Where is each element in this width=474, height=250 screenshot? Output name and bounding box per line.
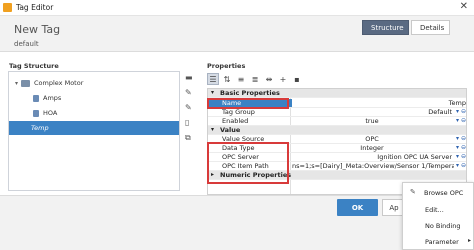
category-numeric-properties[interactable]: ▸ Numeric Properties [208, 171, 466, 180]
property-name: Value Source [222, 135, 265, 143]
property-row-data-type[interactable]: Data Type Integer ▾ ⊖ [208, 144, 466, 153]
tag-name-title: New Tag [14, 23, 61, 36]
details-mode-button[interactable]: Details [411, 20, 450, 35]
properties-grid: ▾ Basic Properties Name Temp Tag Group D… [207, 88, 467, 195]
binding-icon[interactable]: ▾ ⊖ [456, 117, 466, 124]
structure-mode-button[interactable]: Structure [362, 20, 409, 35]
property-row-enabled[interactable]: Enabled true ▾ ⊖ [208, 117, 466, 126]
menu-item-no-binding[interactable]: No Binding [403, 218, 474, 233]
binding-context-menu: ✎ Browse OPC Edit... No Binding Paramete… [402, 182, 474, 250]
ok-button[interactable]: OK [337, 199, 378, 216]
app-icon [3, 3, 12, 12]
tag-provider-label: default [14, 40, 39, 48]
property-value[interactable]: Default [292, 108, 452, 116]
menu-item-label: No Binding [425, 221, 461, 230]
structure-mode-label: Structure [371, 23, 404, 32]
menu-item-label: Edit... [425, 205, 444, 214]
tree-item-label: HOA [43, 109, 58, 117]
tag-icon [33, 94, 39, 102]
property-value[interactable]: true [292, 117, 452, 125]
property-name: Tag Group [222, 108, 255, 116]
property-value-input[interactable]: Temp [292, 99, 466, 107]
add-tag-icon[interactable]: ✎ [185, 88, 192, 97]
collapse-caret-icon[interactable]: ▾ [211, 89, 214, 96]
property-name: OPC Item Path [222, 162, 269, 170]
property-name: OPC Server [222, 153, 259, 161]
property-name: Data Type [222, 144, 255, 152]
tree-item-temp[interactable]: Temp [9, 121, 179, 135]
tag-icon [33, 109, 39, 117]
category-value[interactable]: ▾ Value [208, 126, 466, 135]
editor-header: New Tag default Structure Details [0, 16, 474, 52]
add-property-icon[interactable]: + [277, 73, 289, 85]
binding-icon[interactable]: ▾ ⊖ [456, 108, 466, 115]
properties-toolbar: ☰ ⇅ ≡ ≣ ⇹ + ▪ [207, 73, 303, 86]
collapse-all-icon[interactable]: ≣ [249, 73, 261, 85]
tree-item-label: Complex Motor [34, 79, 84, 87]
tree-item-label: Temp [31, 124, 49, 132]
tree-item-amps[interactable]: Amps [9, 91, 179, 105]
binding-icon[interactable]: ▾ ⊖ [456, 153, 466, 160]
property-name: Enabled [222, 117, 249, 125]
udt-instance-icon [21, 79, 31, 87]
expand-all-icon[interactable]: ≡ [235, 73, 247, 85]
categorized-view-icon[interactable]: ☰ [207, 73, 219, 85]
tag-structure-tree: ▾ Complex Motor Amps HOA Temp [8, 71, 180, 191]
add-member-icon[interactable]: ✎ [185, 103, 192, 112]
align-icon[interactable]: ⇹ [263, 73, 275, 85]
filter-icon[interactable]: ▪ [291, 73, 303, 85]
tree-item-label: Amps [43, 94, 62, 102]
properties-heading: Properties [207, 62, 246, 70]
binding-icon[interactable]: ▾ ⊖ [456, 162, 466, 169]
property-row-name[interactable]: Name Temp [208, 99, 466, 108]
window-titlebar: Tag Editor ✕ [0, 0, 474, 16]
property-value[interactable]: ns=1;s=[Dairy]_Meta:Overview/Sensor 1/Te… [292, 162, 454, 170]
tree-toolbar: ▬ ✎ ✎ ▯ ⧉ [183, 71, 197, 151]
tree-item-complex-motor[interactable]: ▾ Complex Motor [9, 76, 179, 90]
binding-icon[interactable]: ▾ ⊖ [456, 144, 466, 151]
property-value[interactable]: Integer [292, 144, 452, 152]
submenu-arrow-icon: ▸ [467, 237, 471, 244]
category-basic-properties[interactable]: ▾ Basic Properties [208, 89, 466, 98]
tree-item-hoa[interactable]: HOA [9, 106, 179, 120]
menu-item-parameter[interactable]: Parameter ▸ [403, 234, 474, 249]
binding-icon[interactable]: ▾ ⊖ [456, 135, 466, 142]
expand-caret-icon[interactable]: ▸ [211, 171, 214, 178]
property-row-opc-item-path[interactable]: OPC Item Path ns=1;s=[Dairy]_Meta:Overvi… [208, 162, 466, 171]
tag-structure-heading: Tag Structure [9, 62, 59, 70]
menu-item-label: Browse OPC [424, 188, 464, 197]
close-icon[interactable]: ✕ [460, 1, 468, 12]
delete-icon[interactable]: ▯ [185, 118, 189, 127]
copy-icon[interactable]: ⧉ [185, 133, 191, 143]
menu-item-browse-opc[interactable]: ✎ Browse OPC [403, 185, 474, 200]
property-value[interactable]: Ignition OPC UA Server [292, 153, 452, 161]
category-label: Basic Properties [220, 89, 280, 97]
property-row-opc-server[interactable]: OPC Server Ignition OPC UA Server ▾ ⊖ [208, 153, 466, 162]
property-name: Name [222, 99, 242, 107]
expand-caret-icon[interactable]: ▾ [15, 80, 18, 87]
menu-item-label: Parameter [425, 237, 459, 246]
menu-item-edit[interactable]: Edit... [403, 202, 474, 217]
sort-icon[interactable]: ⇅ [221, 73, 233, 85]
property-value[interactable]: OPC [292, 135, 452, 143]
category-label: Value [220, 126, 241, 134]
property-row-value-source[interactable]: Value Source OPC ▾ ⊖ [208, 135, 466, 144]
add-folder-icon[interactable]: ▬ [185, 73, 193, 82]
property-row-tag-group[interactable]: Tag Group Default ▾ ⊖ [208, 108, 466, 117]
collapse-caret-icon[interactable]: ▾ [211, 126, 214, 133]
window-title: Tag Editor [16, 3, 54, 12]
category-label: Numeric Properties [220, 171, 292, 179]
pencil-icon: ✎ [410, 188, 416, 196]
details-mode-label: Details [420, 23, 445, 32]
